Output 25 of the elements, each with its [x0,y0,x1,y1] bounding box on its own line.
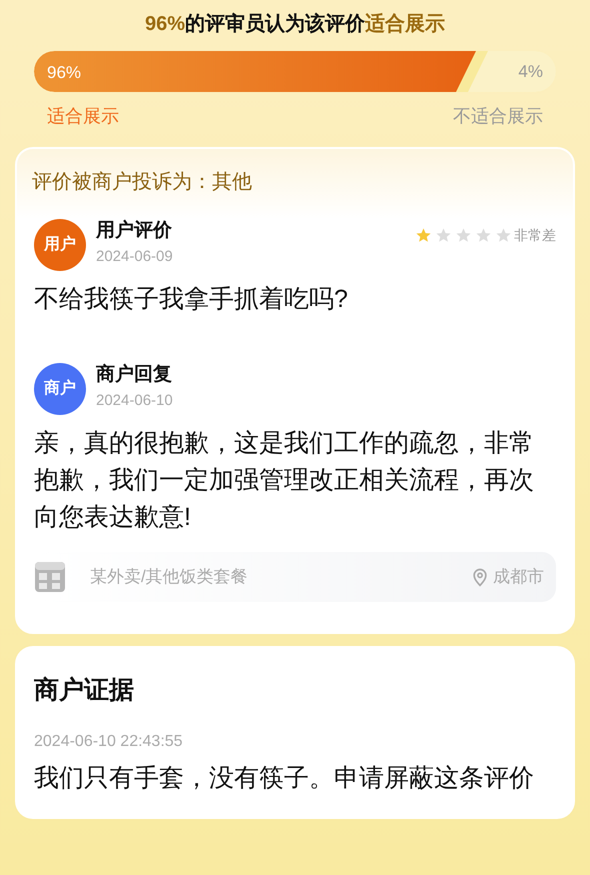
avatar-badge: 用户 [34,219,86,271]
vote-share: 96% [47,62,82,84]
star-icon [455,227,472,244]
shop-category: 某外卖/其他饭类套餐 [90,566,248,588]
vote-label: 不适合展示 [453,105,543,128]
post-title: 商户回复 [96,362,173,387]
verdict-heading: 96%的评审员认为该评价适合展示 [144,12,446,37]
post-text: 不给我筷子我拿手抓着吃吗? [34,284,349,315]
post-date: 2024-06-09 [96,246,173,266]
vote-share: 4% [518,60,543,83]
post-text: 亲，真的很抱歉，这是我们工作的疏忽，非常抱歉，我们一定加强管理改正相关流程，再次向您表达歉意! [34,428,535,533]
evidence-text: 我们只有手套，没有筷子。申请屏蔽这条评价 [34,762,535,794]
star-icon [475,227,492,244]
star-icon [495,227,512,244]
star-icon [435,227,452,244]
shop-city: 成都市 [493,566,544,588]
evidence-time: 2024-06-10 22:43:55 [34,732,184,752]
post-date: 2024-06-10 [96,390,173,410]
shop-icon [34,561,66,593]
post-title: 用户评价 [96,218,173,243]
avatar-badge: 商户 [34,363,86,415]
star-icon [415,227,432,244]
rating-label: 非常差 [514,226,556,245]
vote-label: 适合展示 [47,105,119,128]
evidence-title: 商户证据 [34,675,135,706]
